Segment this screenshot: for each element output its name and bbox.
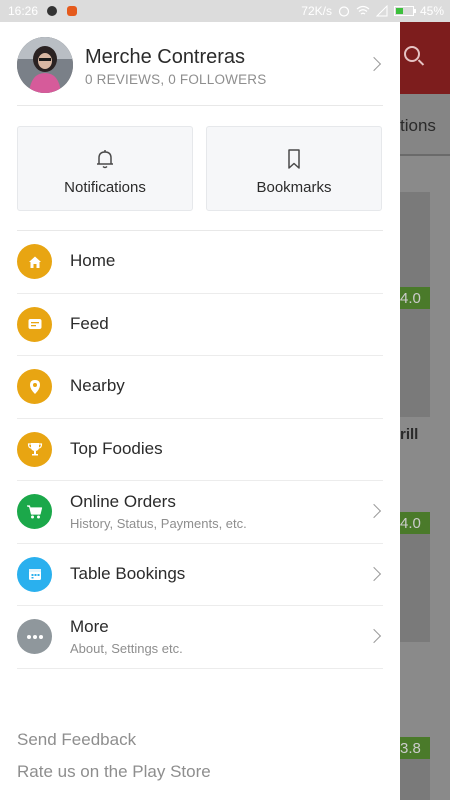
menu-item-table-bookings[interactable]: Table Bookings bbox=[17, 544, 383, 606]
menu-item-more[interactable]: More About, Settings etc. bbox=[17, 606, 383, 669]
network-speed: 72K/s bbox=[301, 4, 332, 18]
chevron-right-icon bbox=[366, 566, 382, 581]
notifications-button[interactable]: Notifications bbox=[17, 126, 193, 211]
bookmarks-button[interactable]: Bookmarks bbox=[206, 126, 382, 211]
menu-item-label: Top Foodies bbox=[70, 438, 163, 458]
status-bar: 16:26 72K/s 45% bbox=[0, 0, 450, 22]
more-dots-icon bbox=[17, 619, 52, 654]
battery-percent: 45% bbox=[419, 4, 444, 18]
drawer-footer: Send Feedback Rate us on the Play Store bbox=[17, 730, 211, 794]
background-rating: 3.8 bbox=[400, 737, 430, 759]
trophy-icon bbox=[17, 431, 52, 467]
feed-icon bbox=[17, 306, 52, 342]
background-tab: tions bbox=[400, 94, 450, 156]
menu-item-label: Nearby bbox=[70, 376, 125, 395]
home-icon bbox=[17, 244, 52, 279]
notifications-label: Notifications bbox=[64, 179, 146, 196]
notification-app-icon bbox=[47, 6, 58, 16]
menu-item-home[interactable]: Home bbox=[17, 231, 383, 294]
menu-item-label: More bbox=[70, 617, 109, 636]
chevron-right-icon bbox=[366, 503, 382, 519]
menu-item-label: Online Orders bbox=[70, 492, 176, 511]
bookmark-icon bbox=[288, 149, 300, 169]
navigation-drawer: Merche Contreras 0 REVIEWS, 0 FOLLOWERS … bbox=[0, 22, 400, 800]
chevron-right-icon bbox=[366, 628, 382, 644]
send-feedback-link[interactable]: Send Feedback bbox=[17, 730, 211, 762]
avatar[interactable] bbox=[17, 37, 73, 93]
menu-item-nearby[interactable]: Nearby bbox=[17, 356, 383, 419]
wifi-icon bbox=[356, 5, 370, 15]
menu-item-subtitle: About, Settings etc. bbox=[70, 641, 183, 656]
profile-name: Merche Contreras bbox=[85, 46, 246, 68]
status-time: 16:26 bbox=[8, 4, 39, 18]
background-label: rill bbox=[400, 426, 419, 443]
signal-icon bbox=[375, 5, 388, 17]
background-app: tions 4.0 rill 4.0 3.8 bbox=[400, 22, 450, 800]
menu-item-feed[interactable]: Feed bbox=[17, 294, 383, 356]
calendar-icon bbox=[17, 556, 52, 592]
battery-icon bbox=[393, 6, 416, 16]
profile-stats: 0 REVIEWS, 0 FOLLOWERS bbox=[85, 72, 267, 87]
notification-app-icon bbox=[67, 6, 78, 16]
location-pin-icon bbox=[17, 369, 52, 404]
rate-play-store-link[interactable]: Rate us on the Play Store bbox=[17, 762, 211, 794]
menu-item-online-orders[interactable]: Online Orders History, Status, Payments,… bbox=[17, 481, 383, 544]
background-rating: 4.0 bbox=[400, 287, 430, 309]
alarm-icon bbox=[338, 6, 350, 17]
profile-header[interactable]: Merche Contreras 0 REVIEWS, 0 FOLLOWERS bbox=[17, 22, 383, 106]
drawer-menu: Home Feed Nearby Top Foodies Online Orde… bbox=[17, 231, 383, 669]
bookmarks-label: Bookmarks bbox=[256, 179, 332, 196]
chevron-right-icon bbox=[366, 56, 382, 72]
menu-item-label: Feed bbox=[70, 313, 109, 333]
cart-icon bbox=[17, 494, 52, 529]
quick-tiles: Notifications Bookmarks bbox=[17, 106, 383, 231]
background-header bbox=[400, 22, 450, 94]
menu-item-label: Table Bookings bbox=[70, 563, 186, 583]
bell-icon bbox=[97, 150, 113, 169]
menu-item-label: Home bbox=[70, 251, 116, 270]
menu-item-subtitle: History, Status, Payments, etc. bbox=[70, 516, 247, 531]
background-rating: 4.0 bbox=[400, 512, 430, 534]
menu-item-top-foodies[interactable]: Top Foodies bbox=[17, 419, 383, 481]
search-icon bbox=[404, 46, 420, 62]
